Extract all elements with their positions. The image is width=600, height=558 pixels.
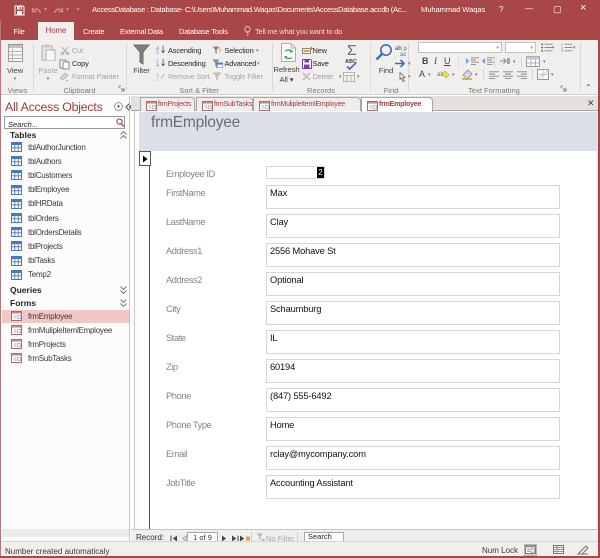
svg-text:ac: ac <box>400 52 406 56</box>
svg-text:Z: Z <box>156 50 159 54</box>
svg-text:Z: Z <box>156 76 159 80</box>
svg-text:3: 3 <box>561 49 563 52</box>
svg-text:A: A <box>156 63 160 67</box>
